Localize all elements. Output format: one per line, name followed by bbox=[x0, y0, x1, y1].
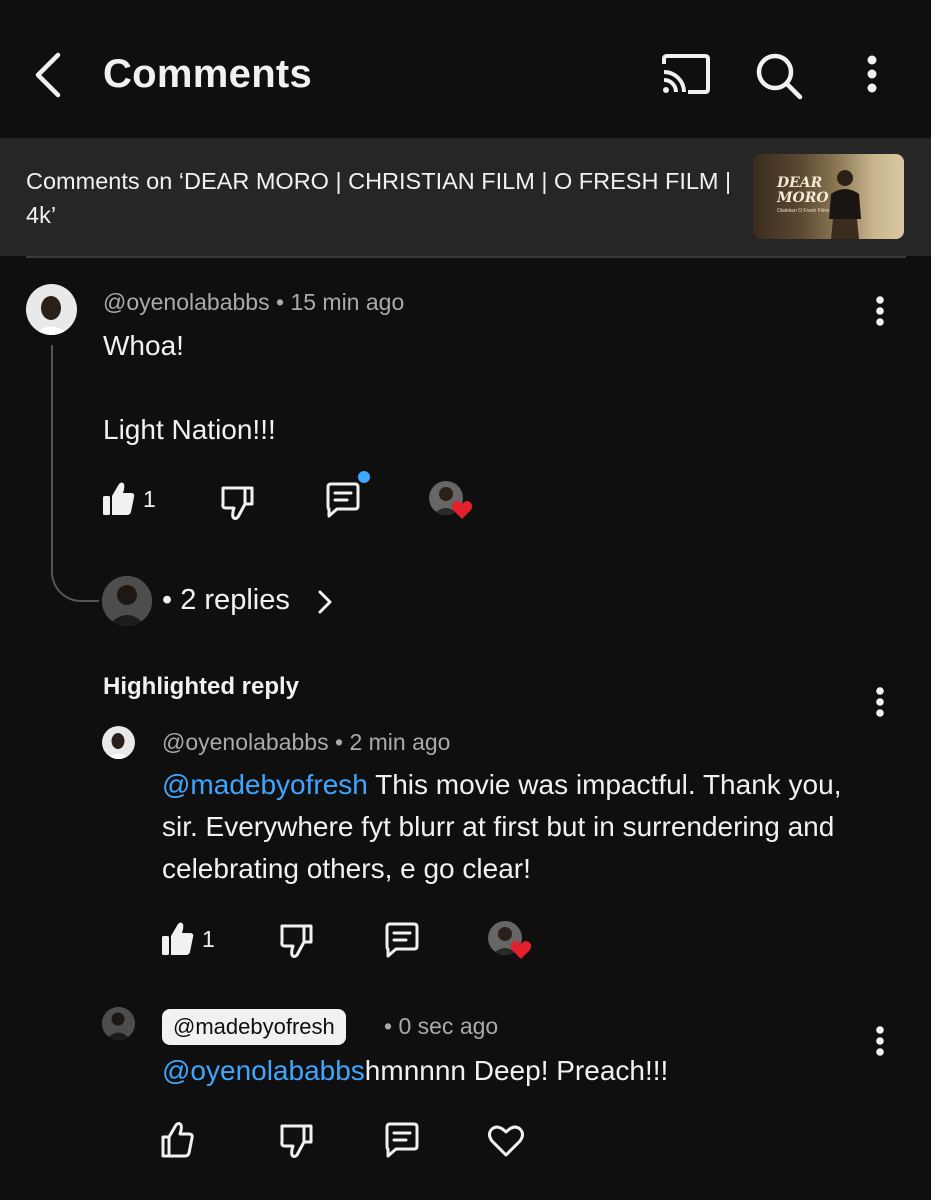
reply-more-icon[interactable] bbox=[870, 1023, 890, 1059]
like-filled-icon[interactable] bbox=[161, 921, 195, 957]
like-count: 1 bbox=[143, 486, 156, 512]
comment-author[interactable]: @oyenolababbs bbox=[103, 289, 270, 315]
reply-text: @madebyofresh This movie was impactful. … bbox=[162, 764, 882, 890]
meta-separator: • bbox=[275, 289, 291, 315]
notification-dot bbox=[358, 471, 370, 483]
back-arrow-icon[interactable] bbox=[28, 50, 74, 100]
reply-time: 0 sec ago bbox=[398, 1013, 499, 1039]
like-filled-icon[interactable] bbox=[102, 481, 136, 517]
dislike-icon[interactable] bbox=[219, 484, 255, 520]
chevron-right-icon[interactable] bbox=[316, 589, 334, 615]
thread-connector bbox=[51, 560, 99, 602]
video-thumbnail[interactable]: DEAR MORO Olalekan O Fresh Films bbox=[753, 154, 904, 239]
heart-icon bbox=[510, 940, 532, 960]
comment-more-icon[interactable] bbox=[870, 293, 890, 329]
reply-meta: • 0 sec ago bbox=[384, 1013, 498, 1040]
reply-time: 2 min ago bbox=[349, 729, 451, 755]
thumbnail-title: DEAR MORO bbox=[777, 175, 829, 206]
thumbnail-subtitle: Olalekan O Fresh Films bbox=[777, 208, 830, 214]
avatar[interactable] bbox=[26, 284, 77, 335]
video-caption: Comments on ‘DEAR MORO | CHRISTIAN FILM … bbox=[26, 168, 732, 228]
dislike-icon[interactable] bbox=[278, 1122, 314, 1158]
reply-comment-icon[interactable] bbox=[384, 922, 420, 958]
view-replies-link[interactable]: • 2 replies bbox=[162, 584, 290, 617]
comment-time: 15 min ago bbox=[290, 289, 405, 315]
comment-meta: @oyenolababbs • 15 min ago bbox=[103, 289, 404, 316]
replies-separator: • bbox=[162, 584, 181, 616]
reply-body: hmnnnn Deep! Preach!!! bbox=[364, 1055, 669, 1086]
comment-text-line2: Light Nation!!! bbox=[103, 414, 276, 445]
page-title: Comments bbox=[103, 52, 313, 96]
dislike-icon[interactable] bbox=[278, 922, 314, 958]
like-icon[interactable] bbox=[161, 1122, 195, 1158]
meta-separator: • bbox=[334, 729, 350, 755]
divider bbox=[26, 256, 906, 258]
reply-text: @oyenolababbshmnnnn Deep! Preach!!! bbox=[162, 1050, 668, 1092]
reply-author[interactable]: @oyenolababbs bbox=[162, 729, 329, 755]
heart-icon bbox=[451, 500, 473, 520]
reply-avatar bbox=[102, 576, 152, 626]
more-vert-icon[interactable] bbox=[858, 52, 886, 98]
thumbnail-person-image bbox=[829, 170, 861, 239]
reply-meta: @oyenolababbs • 2 min ago bbox=[162, 729, 450, 756]
comment-text-line1: Whoa! bbox=[103, 330, 184, 361]
mention-link[interactable]: @oyenolababbs bbox=[162, 1055, 365, 1086]
highlighted-reply-more-icon[interactable] bbox=[870, 684, 890, 720]
thread-line bbox=[51, 345, 53, 575]
cast-icon[interactable] bbox=[658, 52, 714, 100]
search-icon[interactable] bbox=[752, 50, 806, 102]
avatar[interactable] bbox=[102, 1007, 135, 1040]
like-count: 1 bbox=[202, 926, 215, 952]
replies-count: 2 replies bbox=[180, 584, 290, 616]
highlighted-reply-label: Highlighted reply bbox=[103, 673, 300, 700]
reply-comment-icon[interactable] bbox=[325, 482, 361, 518]
author-handle-chip[interactable]: @madebyofresh bbox=[162, 1009, 346, 1045]
heart-outline-icon[interactable] bbox=[487, 1124, 525, 1158]
reply-comment-icon[interactable] bbox=[384, 1122, 420, 1158]
mention-link[interactable]: @madebyofresh bbox=[162, 769, 368, 800]
meta-separator: • bbox=[384, 1013, 399, 1039]
avatar[interactable] bbox=[102, 726, 135, 759]
